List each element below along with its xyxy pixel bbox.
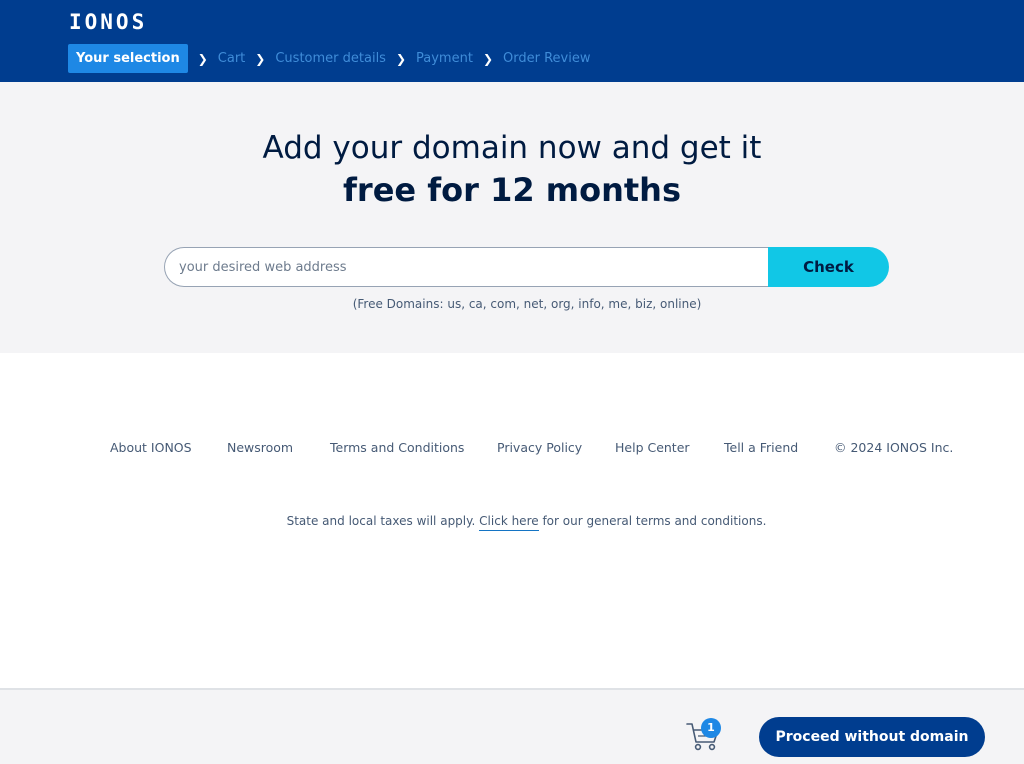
checkout-steps: Your selection ❯ Cart ❯ Customer details… <box>68 44 590 73</box>
footer-links: About IONOS Newsroom Terms and Condition… <box>0 440 1024 460</box>
footer-link-about[interactable]: About IONOS <box>110 440 192 455</box>
copyright: © 2024 IONOS Inc. <box>834 440 954 455</box>
domain-search-section: Add your domain now and get it free for … <box>0 82 1024 353</box>
domain-search-input[interactable] <box>164 247 780 287</box>
bottom-action-bar: 1 Proceed without domain <box>0 688 1024 764</box>
check-button[interactable]: Check <box>768 247 889 287</box>
cart-count-badge: 1 <box>701 718 721 738</box>
top-header: IONOS Your selection ❯ Cart ❯ Customer d… <box>0 0 1024 82</box>
proceed-without-domain-button[interactable]: Proceed without domain <box>759 717 985 757</box>
free-domains-note: (Free Domains: us, ca, com, net, org, in… <box>352 297 702 311</box>
footer-link-privacy[interactable]: Privacy Policy <box>497 440 582 455</box>
taxes-note: State and local taxes will apply. Click … <box>0 514 1024 531</box>
page-title-line2: free for 12 months <box>343 171 681 209</box>
step-customer-details[interactable]: Customer details <box>275 51 386 66</box>
step-your-selection[interactable]: Your selection <box>68 44 188 73</box>
footer-link-tell-a-friend[interactable]: Tell a Friend <box>724 440 798 455</box>
taxes-prefix: State and local taxes will apply. <box>286 514 476 528</box>
page-title-line1: Add your domain now and get it <box>262 130 762 166</box>
footer-link-terms[interactable]: Terms and Conditions <box>330 440 464 455</box>
taxes-suffix: for our general terms and conditions. <box>542 514 767 528</box>
step-payment[interactable]: Payment <box>416 51 473 66</box>
footer-link-help-center[interactable]: Help Center <box>615 440 690 455</box>
terms-link[interactable]: Click here <box>479 514 539 531</box>
step-cart[interactable]: Cart <box>218 51 246 66</box>
ionos-logo[interactable]: IONOS <box>69 10 147 34</box>
chevron-right-icon: ❯ <box>197 51 208 66</box>
chevron-right-icon: ❯ <box>255 51 266 66</box>
chevron-right-icon: ❯ <box>482 51 493 66</box>
step-order-review[interactable]: Order Review <box>503 51 590 66</box>
chevron-right-icon: ❯ <box>395 51 407 66</box>
footer-link-newsroom[interactable]: Newsroom <box>227 440 293 455</box>
